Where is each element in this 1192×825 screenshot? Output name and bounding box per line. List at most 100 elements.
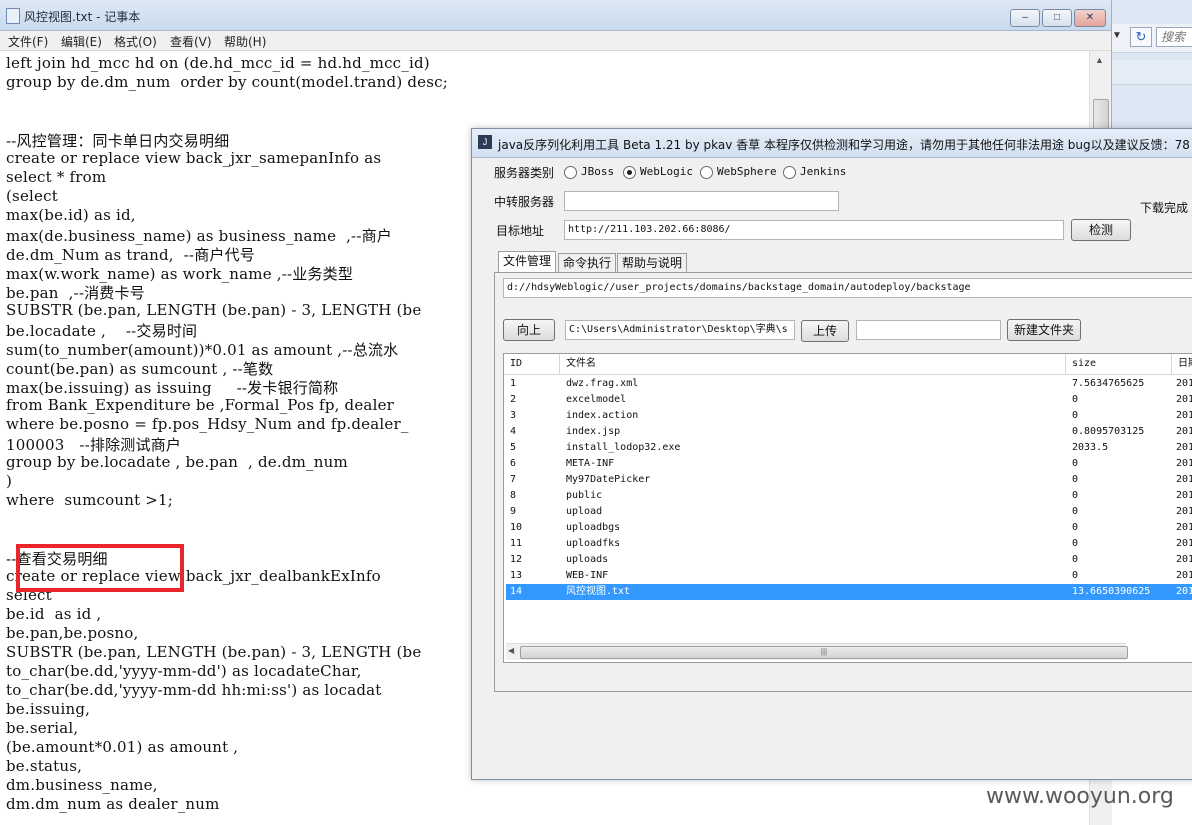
table-row[interactable]: 1 dwz.frag.xml 7.5634765625 201 (506, 376, 1192, 392)
tab-file-manager[interactable]: 文件管理 (498, 251, 557, 272)
cell-date: 201 (1176, 586, 1192, 597)
radio-jboss[interactable] (564, 166, 577, 179)
radio-weblogic[interactable] (623, 166, 636, 179)
editor-line: be.locadate , --交易时间 (6, 322, 198, 340)
table-row[interactable]: 2 excelmodel 0 201 (506, 392, 1192, 408)
table-row[interactable]: 6 META-INF 0 201 (506, 456, 1192, 472)
editor-line: group by de.dm_num order by count(model.… (6, 73, 448, 91)
explorer-pane (1112, 60, 1192, 85)
cell-size: 0 (1072, 394, 1079, 405)
cell-id: 12 (510, 554, 523, 565)
watermark: www.wooyun.org (986, 784, 1174, 809)
cell-date: 201 (1176, 378, 1192, 389)
column-header-filename[interactable]: 文件名 (560, 354, 1066, 374)
cell-size: 0 (1072, 410, 1079, 421)
editor-line: max(de.business_name) as business_name ,… (6, 227, 392, 245)
cell-id: 3 (510, 410, 517, 421)
cell-filename: META-INF (566, 458, 615, 469)
column-header-id[interactable]: ID (504, 354, 560, 374)
editor-line: SUBSTR (be.pan, LENGTH (be.pan) - 3, LEN… (6, 301, 422, 319)
radio-jenkins-label: Jenkins (800, 165, 847, 178)
editor-line: be.issuing, (6, 700, 91, 718)
upload-extra-input[interactable] (856, 320, 1001, 340)
refresh-icon[interactable]: ↻ (1130, 27, 1152, 47)
menu-help[interactable]: 帮助(H) (224, 33, 266, 50)
up-button[interactable]: 向上 (503, 319, 555, 341)
tab-help[interactable]: 帮助与说明 (617, 253, 688, 272)
dropdown-arrow-icon[interactable]: ▼ (1112, 30, 1122, 41)
cell-date: 201 (1176, 410, 1192, 421)
file-table: ID 文件名 size 日期 1 dwz.frag.xml 7.5634765625… (503, 353, 1192, 663)
editor-line: 100003 --排除测试商户 (6, 436, 182, 454)
editor-line: select * from (6, 168, 107, 186)
editor-line: max(w.work_name) as work_name ,--业务类型 (6, 265, 354, 283)
cell-id: 6 (510, 458, 517, 469)
remote-path-input[interactable]: d://hdsyWeblogic//user_projects/domains/… (503, 278, 1192, 298)
tab-command-exec[interactable]: 命令执行 (558, 253, 617, 272)
editor-line: group by be.locadate , be.pan , de.dm_nu… (6, 453, 348, 471)
hscroll-thumb[interactable]: ||| (520, 646, 1128, 659)
tool-titlebar: J java反序列化利用工具 Beta 1.21 by pkav 香草 本程序仅… (472, 129, 1192, 158)
table-row[interactable]: 10 uploadbgs 0 201 (506, 520, 1192, 536)
relay-server-label: 中转服务器 (494, 195, 555, 209)
table-row[interactable]: 12 uploads 0 201 (506, 552, 1192, 568)
notepad-titlebar: 风控视图.txt - 记事本 – □ ✕ (0, 0, 1112, 31)
cell-date: 201 (1176, 522, 1192, 533)
scroll-up-icon[interactable]: ▲ (1095, 55, 1104, 65)
radio-jenkins[interactable] (783, 166, 796, 179)
editor-line: be.id as id , (6, 605, 102, 623)
cell-size: 0 (1072, 490, 1079, 501)
scroll-left-icon[interactable]: ◀ (508, 646, 514, 655)
cell-date: 201 (1176, 570, 1192, 581)
cell-filename: uploads (566, 554, 609, 565)
cell-date: 201 (1176, 506, 1192, 517)
scroll-thumb[interactable] (1093, 99, 1109, 131)
cell-date: 201 (1176, 490, 1192, 501)
explorer-search-box[interactable]: 搜索 (1156, 27, 1192, 47)
cell-id: 14 (510, 586, 523, 597)
java-icon: J (478, 135, 492, 149)
maximize-button[interactable]: □ (1042, 9, 1072, 27)
upload-button[interactable]: 上传 (801, 320, 849, 342)
new-folder-button[interactable]: 新建文件夹 (1007, 319, 1081, 341)
editor-line: be.status, (6, 757, 83, 775)
notepad-app-icon (6, 8, 20, 24)
editor-line: to_char(be.dd,'yyyy-mm-dd') as locadateC… (6, 662, 362, 680)
table-row[interactable]: 11 uploadfks 0 201 (506, 536, 1192, 552)
table-horizontal-scrollbar[interactable]: ◀ ||| (506, 643, 1128, 660)
menu-file[interactable]: 文件(F) (8, 33, 48, 50)
check-button[interactable]: 检测 (1071, 219, 1131, 241)
table-row[interactable]: 3 index.action 0 201 (506, 408, 1192, 424)
cell-size: 0.8095703125 (1072, 426, 1145, 437)
file-manager-panel: d://hdsyWeblogic//user_projects/domains/… (494, 272, 1192, 692)
column-header-size[interactable]: size (1066, 354, 1172, 374)
column-header-date[interactable]: 日期 (1172, 354, 1192, 374)
menu-format[interactable]: 格式(O) (114, 33, 157, 50)
table-row[interactable]: 9 upload 0 201 (506, 504, 1192, 520)
menu-edit[interactable]: 编辑(E) (61, 33, 102, 50)
cell-id: 9 (510, 506, 517, 517)
table-row[interactable]: 14 风控视图.txt 13.6650390625 201 (506, 584, 1192, 600)
table-row[interactable]: 7 My97DatePicker 0 201 (506, 472, 1192, 488)
cell-size: 0 (1072, 554, 1079, 565)
radio-websphere[interactable] (700, 166, 713, 179)
close-button[interactable]: ✕ (1074, 9, 1106, 27)
table-row[interactable]: 8 public 0 201 (506, 488, 1192, 504)
minimize-button[interactable]: – (1010, 9, 1040, 27)
cell-id: 11 (510, 538, 523, 549)
editor-line: to_char(be.dd,'yyyy-mm-dd hh:mi:ss') as … (6, 681, 382, 699)
local-file-input[interactable]: C:\Users\Administrator\Desktop\字典\s (565, 320, 795, 340)
editor-line: max(be.issuing) as issuing --发卡银行简称 (6, 379, 339, 397)
table-row[interactable]: 13 WEB-INF 0 201 (506, 568, 1192, 584)
editor-line: be.pan ,--消费卡号 (6, 284, 145, 302)
cell-filename: 风控视图.txt (566, 586, 631, 597)
target-address-input[interactable]: http://211.103.202.66:8086/ (564, 220, 1064, 240)
editor-line: be.pan,be.posno, (6, 624, 139, 642)
table-row[interactable]: 5 install_lodop32.exe 2033.5 201 (506, 440, 1192, 456)
menu-view[interactable]: 查看(V) (170, 33, 212, 50)
cell-filename: public (566, 490, 603, 501)
table-row[interactable]: 4 index.jsp 0.8095703125 201 (506, 424, 1192, 440)
download-status: 下载完成 (1140, 201, 1189, 215)
relay-server-input[interactable] (564, 191, 839, 211)
editor-line: dm.business_name, (6, 776, 158, 794)
